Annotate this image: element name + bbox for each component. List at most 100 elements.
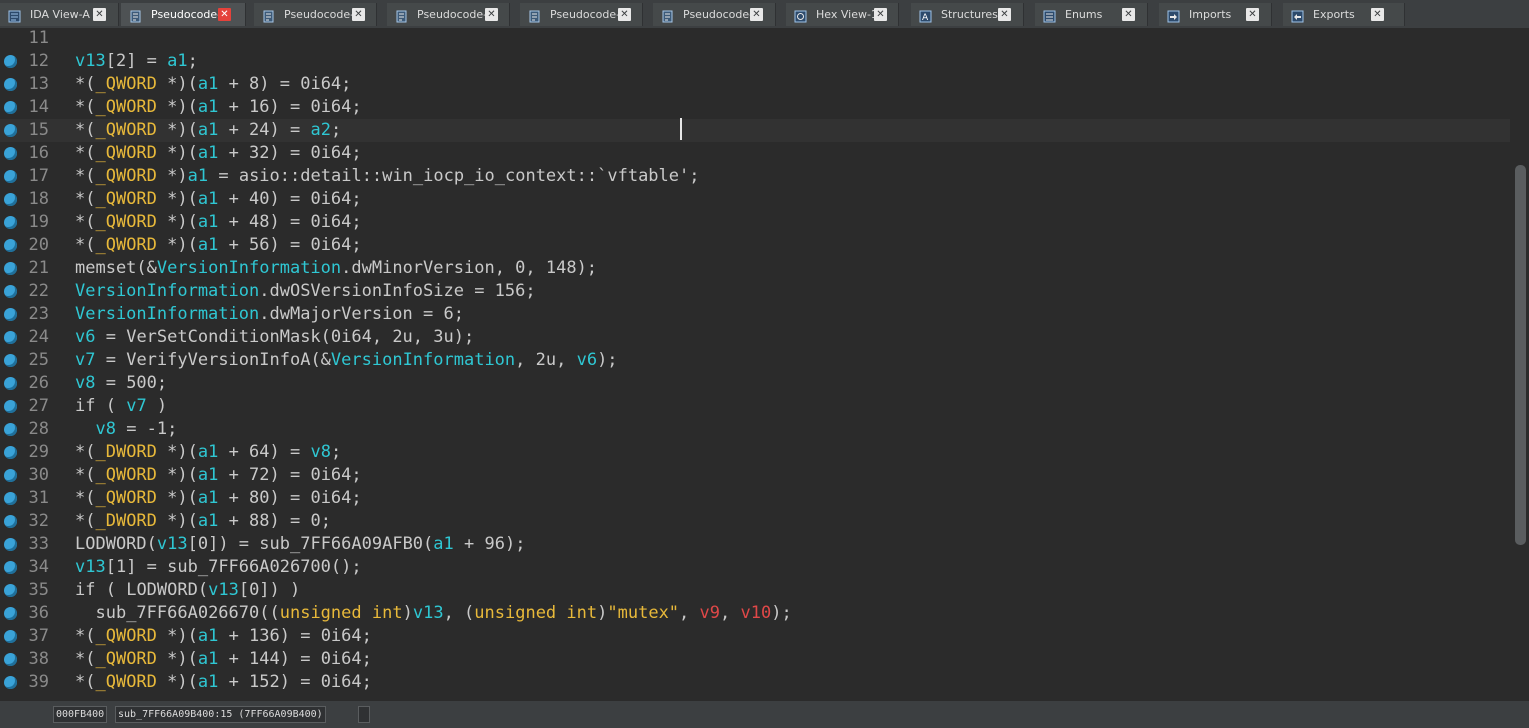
breakpoint-marker-icon[interactable]: [4, 492, 17, 505]
breakpoint-marker-icon[interactable]: [4, 377, 17, 390]
tab-pseudocode-b[interactable]: Pseudocode-B ✕: [520, 3, 643, 26]
code-line[interactable]: 21 memset(&VersionInformation.dwMinorVers…: [0, 257, 1510, 280]
tab-exports[interactable]: Exports ✕: [1283, 3, 1405, 26]
close-icon[interactable]: ✕: [618, 8, 631, 21]
breakpoint-marker-icon[interactable]: [4, 193, 17, 206]
code-text[interactable]: *(_DWORD *)(a1 + 88) = 0;: [75, 510, 331, 533]
tab-structures[interactable]: A Structures ✕: [911, 3, 1024, 26]
code-text[interactable]: v7 = VerifyVersionInfoA(&VersionInformat…: [75, 349, 618, 372]
code-text[interactable]: *(_QWORD *)(a1 + 8) = 0i64;: [75, 73, 351, 96]
code-line[interactable]: 23 VersionInformation.dwMajorVersion = 6;: [0, 303, 1510, 326]
code-text[interactable]: sub_7FF66A026670((unsigned int)v13, (uns…: [75, 602, 791, 625]
code-text[interactable]: *(_QWORD *)(a1 + 72) = 0i64;: [75, 464, 362, 487]
tab-pseudocode-e[interactable]: Pseudocode-E ✕: [121, 3, 246, 26]
code-line[interactable]: 37 *(_QWORD *)(a1 + 136) = 0i64;: [0, 625, 1510, 648]
code-text[interactable]: *(_QWORD *)(a1 + 152) = 0i64;: [75, 671, 372, 694]
breakpoint-marker-icon[interactable]: [4, 584, 17, 597]
code-line[interactable]: 13 *(_QWORD *)(a1 + 8) = 0i64;: [0, 73, 1510, 96]
code-line[interactable]: 18 *(_QWORD *)(a1 + 40) = 0i64;: [0, 188, 1510, 211]
tab-enums[interactable]: Enums ✕: [1035, 3, 1148, 26]
code-line[interactable]: 19 *(_QWORD *)(a1 + 48) = 0i64;: [0, 211, 1510, 234]
code-line[interactable]: 27 if ( v7 ): [0, 395, 1510, 418]
breakpoint-marker-icon[interactable]: [4, 147, 17, 160]
code-line[interactable]: 26 v8 = 500;: [0, 372, 1510, 395]
close-icon[interactable]: ✕: [998, 8, 1011, 21]
scrollbar-thumb[interactable]: [1515, 165, 1526, 545]
close-icon[interactable]: ✕: [1246, 8, 1259, 21]
breakpoint-marker-icon[interactable]: [4, 124, 17, 137]
code-line[interactable]: 20 *(_QWORD *)(a1 + 56) = 0i64;: [0, 234, 1510, 257]
breakpoint-marker-icon[interactable]: [4, 469, 17, 482]
breakpoint-marker-icon[interactable]: [4, 515, 17, 528]
code-text[interactable]: *(_QWORD *)(a1 + 136) = 0i64;: [75, 625, 372, 648]
code-line[interactable]: 14 *(_QWORD *)(a1 + 16) = 0i64;: [0, 96, 1510, 119]
breakpoint-marker-icon[interactable]: [4, 561, 17, 574]
code-text[interactable]: *(_QWORD *)(a1 + 32) = 0i64;: [75, 142, 362, 165]
close-icon[interactable]: ✕: [750, 8, 763, 21]
tab-ida-view-a[interactable]: IDA View-A ✕: [0, 3, 119, 26]
breakpoint-marker-icon[interactable]: [4, 607, 17, 620]
code-line[interactable]: 15 *(_QWORD *)(a1 + 24) = a2;: [0, 119, 1510, 142]
code-text[interactable]: *(_DWORD *)(a1 + 64) = v8;: [75, 441, 341, 464]
code-text[interactable]: v8 = 500;: [75, 372, 167, 395]
tab-hex-view-1[interactable]: Hex View-1 ✕: [786, 3, 899, 26]
code-line[interactable]: 31 *(_QWORD *)(a1 + 80) = 0i64;: [0, 487, 1510, 510]
code-text[interactable]: VersionInformation.dwMajorVersion = 6;: [75, 303, 464, 326]
breakpoint-marker-icon[interactable]: [4, 308, 17, 321]
breakpoint-marker-icon[interactable]: [4, 285, 17, 298]
code-line[interactable]: 32 *(_DWORD *)(a1 + 88) = 0;: [0, 510, 1510, 533]
code-text[interactable]: *(_QWORD *)(a1 + 24) = a2;: [75, 119, 341, 142]
code-text[interactable]: *(_QWORD *)(a1 + 80) = 0i64;: [75, 487, 362, 510]
pseudocode-view[interactable]: 11 12 v13[2] = a1; 13 *(_QWORD *)(a1 + 8) = …: [0, 28, 1512, 701]
tab-pseudocode-d[interactable]: Pseudocode-D ✕: [254, 3, 377, 26]
code-text[interactable]: v13[1] = sub_7FF66A026700();: [75, 556, 362, 579]
code-line[interactable]: 17 *(_QWORD *)a1 = asio::detail::win_iocp…: [0, 165, 1510, 188]
code-line[interactable]: 30 *(_QWORD *)(a1 + 72) = 0i64;: [0, 464, 1510, 487]
code-line[interactable]: 39 *(_QWORD *)(a1 + 152) = 0i64;: [0, 671, 1510, 694]
code-text[interactable]: *(_QWORD *)(a1 + 48) = 0i64;: [75, 211, 362, 234]
code-line[interactable]: 24 v6 = VerSetConditionMask(0i64, 2u, 3u)…: [0, 326, 1510, 349]
code-text[interactable]: if ( v7 ): [75, 395, 167, 418]
code-text[interactable]: *(_QWORD *)(a1 + 40) = 0i64;: [75, 188, 362, 211]
breakpoint-marker-icon[interactable]: [4, 400, 17, 413]
breakpoint-marker-icon[interactable]: [4, 239, 17, 252]
breakpoint-marker-icon[interactable]: [4, 78, 17, 91]
close-icon[interactable]: ✕: [218, 8, 231, 21]
code-line[interactable]: 38 *(_QWORD *)(a1 + 144) = 0i64;: [0, 648, 1510, 671]
breakpoint-marker-icon[interactable]: [4, 262, 17, 275]
code-text[interactable]: *(_QWORD *)(a1 + 56) = 0i64;: [75, 234, 362, 257]
code-line[interactable]: 28 v8 = -1;: [0, 418, 1510, 441]
code-line[interactable]: 25 v7 = VerifyVersionInfoA(&VersionInform…: [0, 349, 1510, 372]
close-icon[interactable]: ✕: [352, 8, 365, 21]
code-text[interactable]: *(_QWORD *)(a1 + 144) = 0i64;: [75, 648, 372, 671]
code-text[interactable]: *(_QWORD *)a1 = asio::detail::win_iocp_i…: [75, 165, 700, 188]
vertical-scrollbar[interactable]: [1512, 28, 1529, 701]
breakpoint-marker-icon[interactable]: [4, 676, 17, 689]
close-icon[interactable]: ✕: [485, 8, 498, 21]
tab-pseudocode-a[interactable]: Pseudocode-A ✕: [653, 3, 776, 26]
code-line[interactable]: 29 *(_DWORD *)(a1 + 64) = v8;: [0, 441, 1510, 464]
code-line[interactable]: 11: [0, 28, 1510, 50]
code-text[interactable]: v13[2] = a1;: [75, 50, 198, 73]
breakpoint-marker-icon[interactable]: [4, 538, 17, 551]
close-icon[interactable]: ✕: [1371, 8, 1384, 21]
breakpoint-marker-icon[interactable]: [4, 55, 17, 68]
tab-pseudocode-c[interactable]: Pseudocode-C ✕: [387, 3, 510, 26]
breakpoint-marker-icon[interactable]: [4, 170, 17, 183]
breakpoint-marker-icon[interactable]: [4, 354, 17, 367]
close-icon[interactable]: ✕: [93, 8, 106, 21]
code-line[interactable]: 16 *(_QWORD *)(a1 + 32) = 0i64;: [0, 142, 1510, 165]
code-text[interactable]: VersionInformation.dwOSVersionInfoSize =…: [75, 280, 536, 303]
code-text[interactable]: memset(&VersionInformation.dwMinorVersio…: [75, 257, 597, 280]
breakpoint-marker-icon[interactable]: [4, 630, 17, 643]
code-line[interactable]: 12 v13[2] = a1;: [0, 50, 1510, 73]
code-line[interactable]: 22 VersionInformation.dwOSVersionInfoSize…: [0, 280, 1510, 303]
code-text[interactable]: *(_QWORD *)(a1 + 16) = 0i64;: [75, 96, 362, 119]
close-icon[interactable]: ✕: [874, 8, 887, 21]
breakpoint-marker-icon[interactable]: [4, 331, 17, 344]
code-text[interactable]: LODWORD(v13[0]) = sub_7FF66A09AFB0(a1 + …: [75, 533, 525, 556]
breakpoint-marker-icon[interactable]: [4, 101, 17, 114]
breakpoint-marker-icon[interactable]: [4, 423, 17, 436]
tab-imports[interactable]: Imports ✕: [1159, 3, 1272, 26]
close-icon[interactable]: ✕: [1122, 8, 1135, 21]
